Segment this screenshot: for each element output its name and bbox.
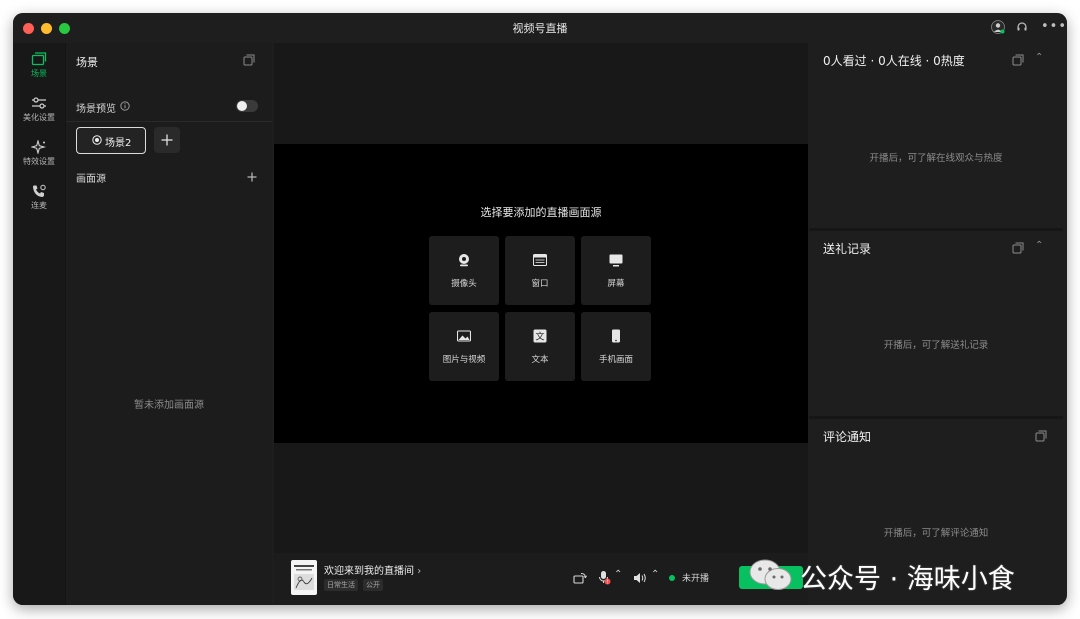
watermark-text: 公众号 · 海味小食 <box>800 564 1015 595</box>
wechat-logo-icon <box>749 559 792 590</box>
rail-label: 特效设置 <box>23 157 55 166</box>
collapse-chevron-icon[interactable]: ⌃ <box>1035 52 1043 63</box>
stage-area: 选择要添加的直播画面源 摄像头 窗口 屏幕 图片与视频 文 文本 手机画面 欢迎… <box>274 43 808 605</box>
rail-label: 连麦 <box>31 201 47 210</box>
sparkle-icon <box>31 140 47 154</box>
source-window-button[interactable]: 窗口 <box>505 236 575 305</box>
stats-title: 0人看过 · 0人在线 · 0热度 <box>823 54 965 68</box>
stats-hint: 开播后，可了解在线观众与热度 <box>869 153 1003 164</box>
mic-options-chevron-icon[interactable]: ⌃ <box>614 569 622 580</box>
scene-icon <box>31 52 47 66</box>
sources-title: 画面源 <box>76 174 106 185</box>
more-icon[interactable]: ••• <box>1041 19 1067 34</box>
popout-icon[interactable] <box>1012 54 1024 66</box>
info-icon <box>120 101 130 111</box>
chevron-right-icon: › <box>417 566 422 577</box>
popout-icon[interactable] <box>1012 242 1024 254</box>
source-label: 摄像头 <box>451 279 477 289</box>
source-label: 手机画面 <box>598 355 633 365</box>
rail-item-effects[interactable]: 特效设置 <box>13 140 65 167</box>
scene-panel: 场景 场景预览 场景2 画面源 暂未添加画面源 <box>65 43 272 605</box>
status-dot <box>669 575 675 581</box>
phone-screen-icon <box>612 329 620 343</box>
rail-label: 美化设置 <box>23 113 55 122</box>
source-camera-button[interactable]: 摄像头 <box>429 236 499 305</box>
comments-hint: 开播后，可了解评论通知 <box>883 528 989 539</box>
rail-item-beauty[interactable]: 美化设置 <box>13 96 65 123</box>
monitor-icon <box>609 254 623 267</box>
toggle-knob <box>237 101 247 111</box>
headset-icon[interactable] <box>1016 21 1028 36</box>
source-label: 图片与视频 <box>442 355 486 365</box>
title-bar: 视频号直播 ••• <box>13 13 1067 43</box>
speaker-options-chevron-icon[interactable]: ⌃ <box>651 569 659 580</box>
microphone-muted-icon[interactable]: ! <box>597 570 611 585</box>
gifts-hint: 开播后，可了解送礼记录 <box>883 340 989 351</box>
rail-item-scene[interactable]: 场景 <box>13 52 65 79</box>
room-cover-thumbnail[interactable] <box>291 560 317 595</box>
add-source-button[interactable] <box>247 172 257 182</box>
window-title: 视频号直播 <box>512 22 568 35</box>
bottom-bar: 欢迎来到我的直播间 › 日常生活 公开 ! ⌃ ⌃ 未开播 <box>274 553 808 605</box>
live-status-text: 未开播 <box>682 574 710 584</box>
image-icon <box>457 330 471 342</box>
scene-chip-label: 场景2 <box>105 138 132 149</box>
rail-item-cohost[interactable]: 连麦 <box>13 184 65 211</box>
rail-label: 场景 <box>31 69 47 78</box>
comments-title: 评论通知 <box>823 430 872 444</box>
room-title[interactable]: 欢迎来到我的直播间 › <box>324 562 421 577</box>
cover-image-icon <box>294 565 314 590</box>
room-tag: 公开 <box>363 579 383 591</box>
left-rail: 场景 美化设置 特效设置 连麦 <box>13 43 65 605</box>
scene-preview-toggle[interactable] <box>236 100 258 112</box>
source-text-button[interactable]: 文 文本 <box>505 312 575 381</box>
app-window: 视频号直播 ••• 场景 美化设置 特效设置 连麦 场景 场景预览 场景2 画面… <box>13 13 1067 605</box>
svg-text:文: 文 <box>535 331 544 343</box>
svg-text:!: ! <box>606 580 608 586</box>
sources-empty-text: 暂未添加画面源 <box>134 400 204 411</box>
source-image-video-button[interactable]: 图片与视频 <box>429 312 499 381</box>
source-phone-screen-button[interactable]: 手机画面 <box>581 312 651 381</box>
divider <box>66 121 272 122</box>
window-icon <box>533 254 547 266</box>
scene-chip-active[interactable]: 场景2 <box>76 127 146 154</box>
popout-icon[interactable] <box>243 54 255 66</box>
source-label: 窗口 <box>531 279 549 289</box>
popout-icon[interactable] <box>1035 430 1047 442</box>
plus-icon <box>161 134 173 146</box>
scene-title: 场景 <box>76 56 98 69</box>
add-scene-button[interactable] <box>154 127 180 153</box>
source-prompt: 选择要添加的直播画面源 <box>480 206 602 219</box>
right-column: 0人看过 · 0人在线 · 0热度 ⌃ 开播后，可了解在线观众与热度 送礼记录 … <box>809 43 1063 605</box>
radio-dot-icon <box>92 135 102 145</box>
scene-preview-label: 场景预览 <box>76 104 116 115</box>
gifts-title: 送礼记录 <box>823 242 872 256</box>
rotate-screen-icon[interactable] <box>573 572 587 584</box>
text-icon: 文 <box>533 329 547 343</box>
live-preview-canvas[interactable]: 选择要添加的直播画面源 摄像头 窗口 屏幕 图片与视频 文 文本 手机画面 <box>274 144 808 443</box>
sliders-icon <box>32 97 46 109</box>
collapse-chevron-icon[interactable]: ⌃ <box>1035 240 1043 251</box>
source-label: 屏幕 <box>607 279 625 289</box>
avatar[interactable] <box>991 20 1005 37</box>
room-title-text: 欢迎来到我的直播间 <box>324 566 414 577</box>
phone-icon <box>33 184 46 197</box>
source-screen-button[interactable]: 屏幕 <box>581 236 651 305</box>
stats-panel: 0人看过 · 0人在线 · 0热度 ⌃ 开播后，可了解在线观众与热度 <box>809 43 1063 228</box>
room-tag: 日常生活 <box>324 579 358 591</box>
gifts-panel: 送礼记录 ⌃ 开播后，可了解送礼记录 <box>809 231 1063 416</box>
source-label: 文本 <box>531 355 549 365</box>
camera-icon <box>459 254 469 267</box>
speaker-icon[interactable] <box>633 572 647 584</box>
